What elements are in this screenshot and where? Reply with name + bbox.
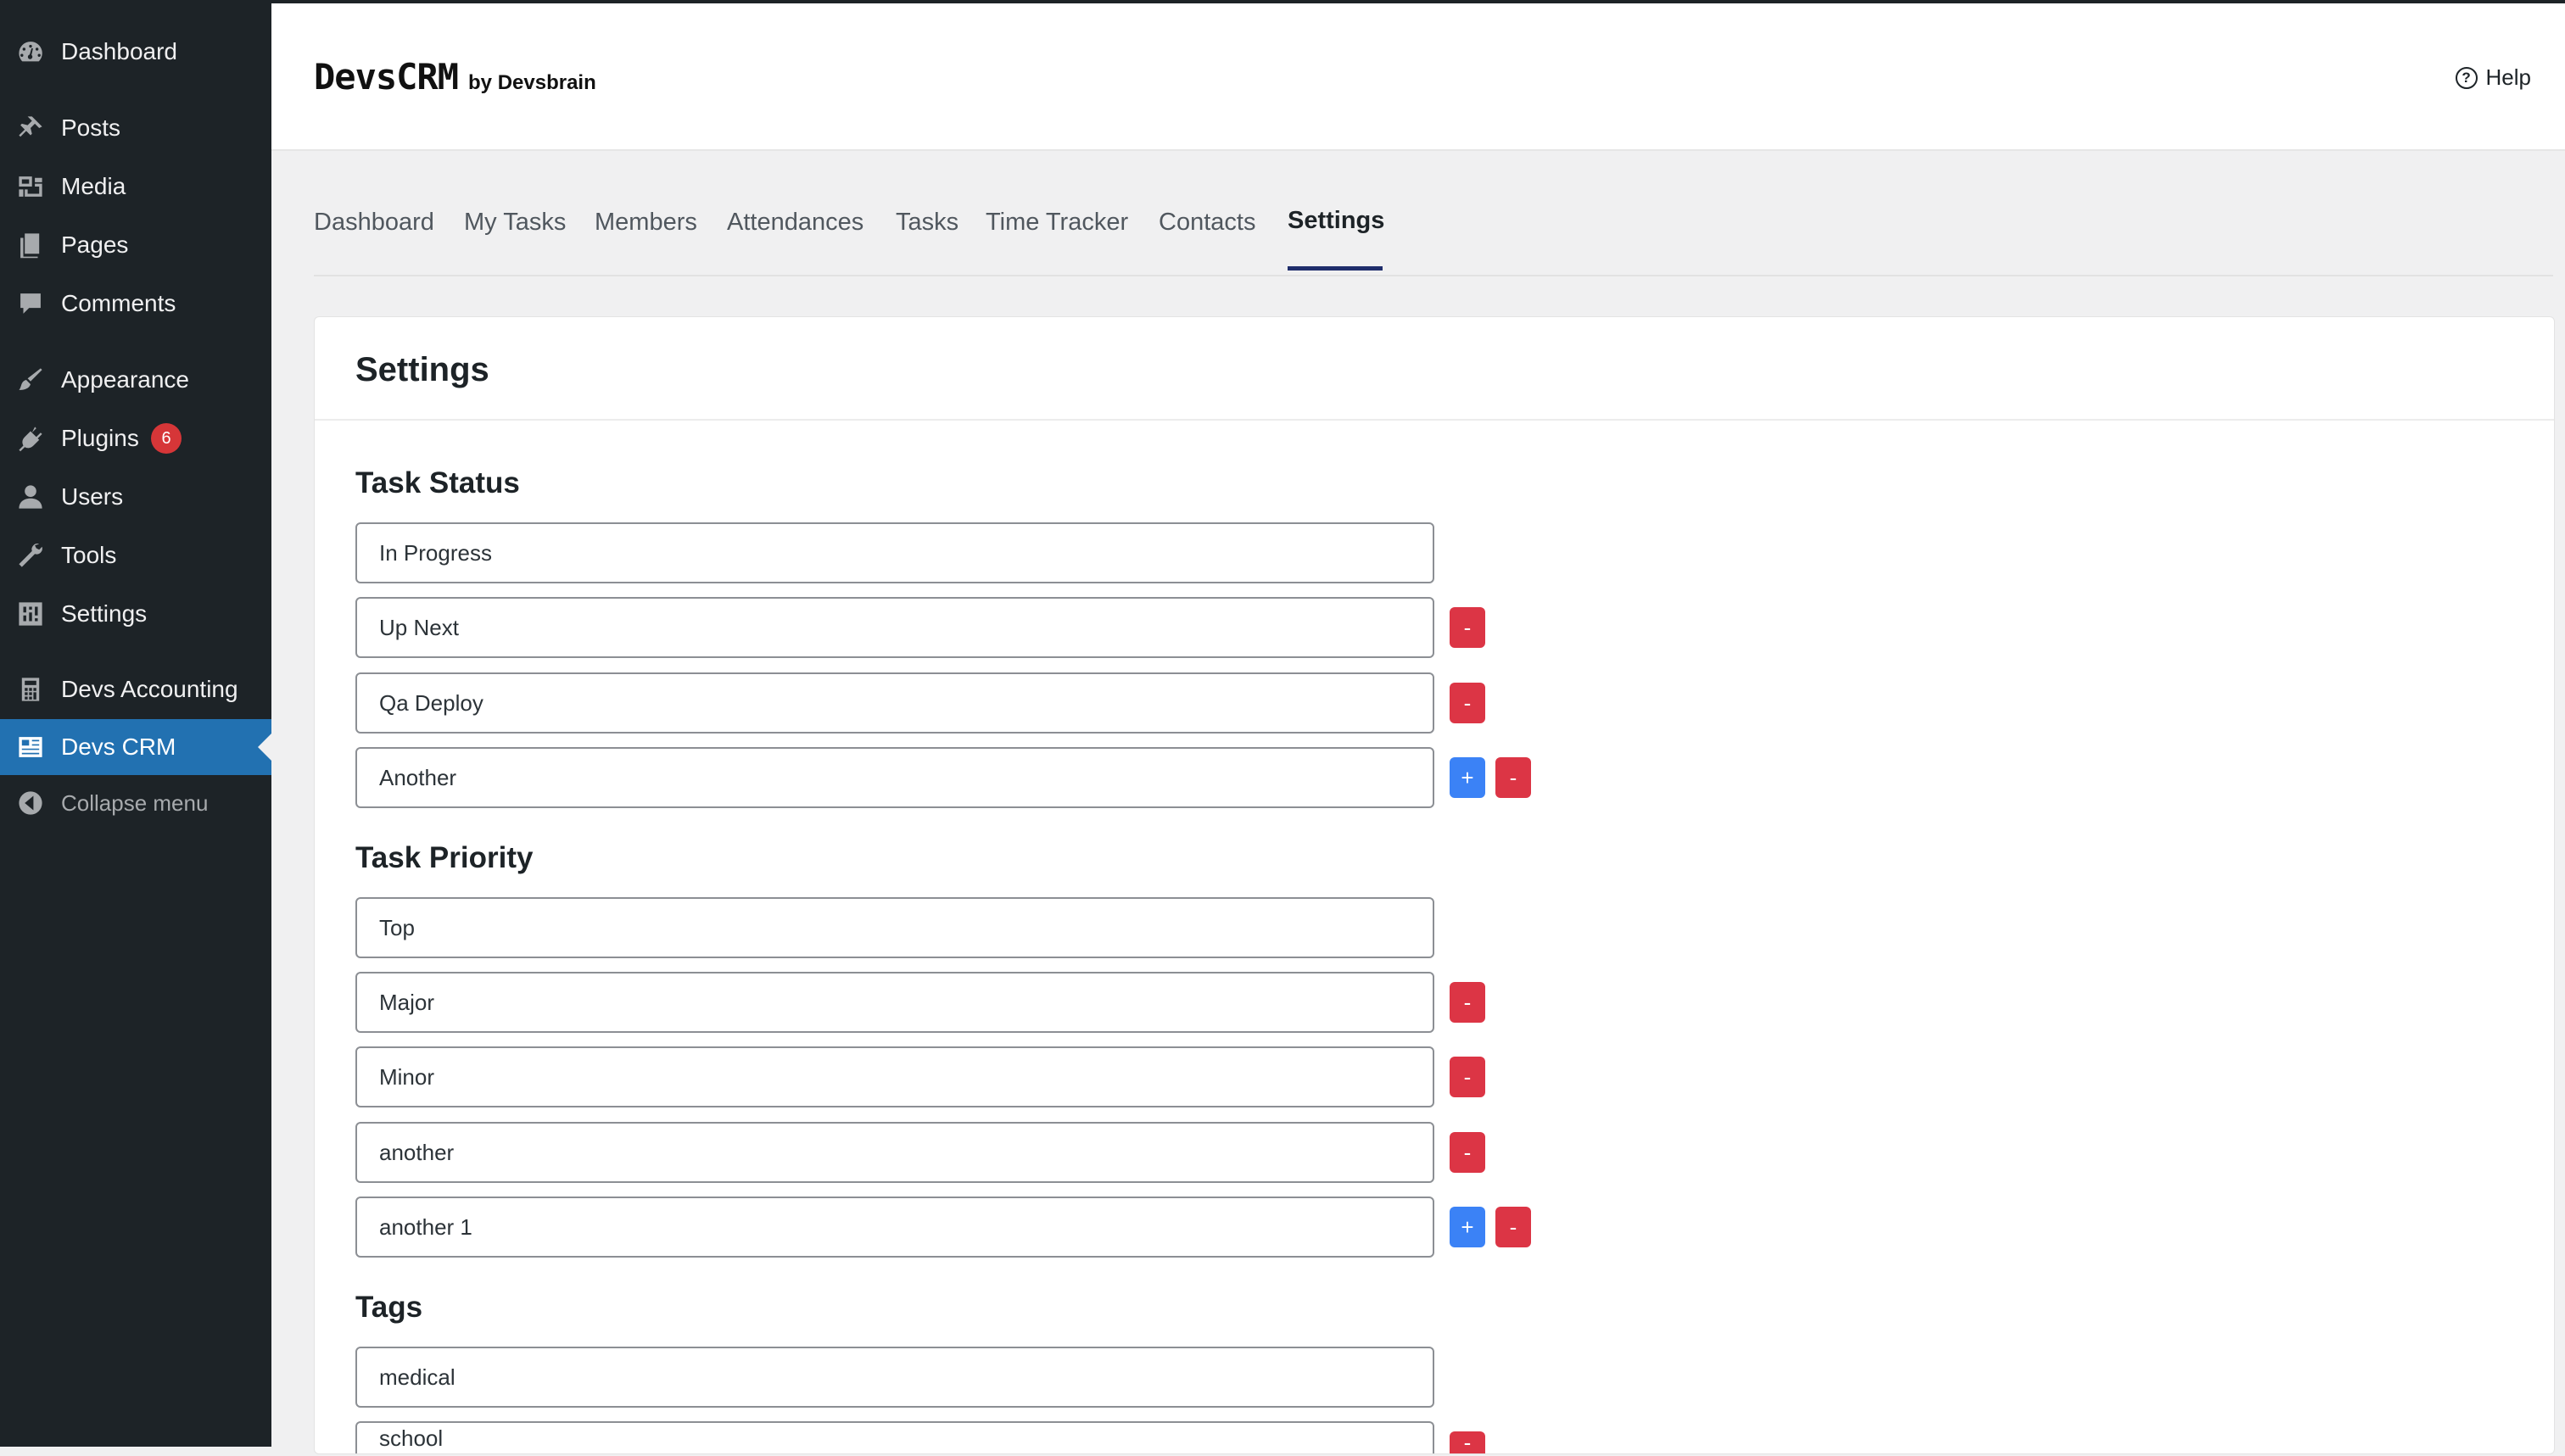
section-title-task-status: Task Status: [355, 466, 520, 499]
remove-task-priority-button[interactable]: -: [1450, 982, 1485, 1023]
sidebar-item-label: Devs CRM: [61, 734, 176, 760]
sidebar-item-label: Pages: [61, 232, 129, 258]
pages-icon: [15, 230, 46, 260]
section-title-task-priority: Task Priority: [355, 841, 534, 874]
sidebar-item-label: Tools: [61, 542, 117, 568]
pin-icon: [15, 113, 46, 143]
sidebar-item-comments[interactable]: Comments: [0, 276, 271, 332]
tab-members[interactable]: Members: [595, 209, 697, 237]
sidebar-item-devs-accounting[interactable]: Devs Accounting: [0, 661, 271, 717]
brand-by: by Devsbrain: [468, 71, 596, 94]
sidebar-item-label: Dashboard: [61, 38, 177, 64]
task-priority-input[interactable]: [355, 972, 1434, 1033]
brush-icon: [15, 365, 46, 395]
plugins-update-badge: 6: [151, 423, 182, 454]
settings-sliders-icon: [15, 599, 46, 629]
sidebar-item-pages[interactable]: Pages: [0, 217, 271, 273]
task-status-input[interactable]: [355, 747, 1434, 808]
plugin-header: DevsCRM by Devsbrain ? Help: [271, 3, 2565, 151]
brand-logo: DevsCRM by Devsbrain: [314, 56, 596, 98]
sidebar-item-label: Media: [61, 173, 126, 199]
tag-input[interactable]: [355, 1347, 1434, 1408]
remove-task-status-button[interactable]: -: [1450, 607, 1485, 648]
admin-sidebar: Dashboard Posts Media Pages Comments App…: [0, 0, 271, 1447]
help-label: Help: [2485, 64, 2531, 90]
remove-task-priority-button[interactable]: -: [1450, 1132, 1485, 1173]
comment-icon: [15, 288, 46, 319]
sidebar-item-label: Devs Accounting: [61, 676, 238, 702]
settings-card: Settings Task Status - - + - Task Priori…: [314, 316, 2555, 1455]
sidebar-item-label: Settings: [61, 600, 148, 627]
page-title: Settings: [355, 351, 489, 388]
task-status-input[interactable]: [355, 672, 1434, 734]
sidebar-item-settings[interactable]: Settings: [0, 586, 271, 642]
remove-task-status-button[interactable]: -: [1495, 757, 1531, 798]
tab-bar: Dashboard My Tasks Members Attendances T…: [314, 202, 2553, 276]
add-task-status-button[interactable]: +: [1450, 757, 1485, 798]
tag-input[interactable]: [355, 1421, 1434, 1453]
section-title-tags: Tags: [355, 1291, 423, 1324]
tab-my-tasks[interactable]: My Tasks: [464, 209, 566, 237]
task-priority-input[interactable]: [355, 897, 1434, 958]
remove-task-status-button[interactable]: -: [1450, 683, 1485, 723]
id-card-icon: [15, 732, 46, 762]
task-status-input[interactable]: [355, 597, 1434, 658]
top-border: [0, 0, 2565, 3]
tab-tasks[interactable]: Tasks: [896, 209, 958, 237]
task-status-input[interactable]: [355, 522, 1434, 583]
remove-task-priority-button[interactable]: -: [1495, 1207, 1531, 1247]
add-task-priority-button[interactable]: +: [1450, 1207, 1485, 1247]
sidebar-item-plugins[interactable]: Plugins 6: [0, 410, 271, 466]
tab-dashboard[interactable]: Dashboard: [314, 209, 434, 237]
sidebar-item-label: Comments: [61, 290, 176, 316]
task-priority-input[interactable]: [355, 1197, 1434, 1258]
active-tab-indicator: [1288, 266, 1383, 271]
sidebar-item-devs-crm[interactable]: Devs CRM: [0, 719, 271, 775]
sidebar-item-appearance[interactable]: Appearance: [0, 352, 271, 408]
help-icon: ?: [2455, 66, 2478, 89]
sidebar-item-label: Users: [61, 483, 124, 510]
plugin-icon: [15, 423, 46, 454]
card-header: Settings: [315, 317, 2554, 421]
tab-attendances[interactable]: Attendances: [727, 209, 863, 237]
tab-time-tracker[interactable]: Time Tracker: [986, 209, 1128, 237]
sidebar-item-posts[interactable]: Posts: [0, 100, 271, 156]
media-icon: [15, 171, 46, 202]
collapse-menu-button[interactable]: Collapse menu: [0, 775, 271, 831]
remove-tag-button[interactable]: -: [1450, 1430, 1485, 1455]
task-priority-input[interactable]: [355, 1046, 1434, 1107]
sidebar-item-dashboard[interactable]: Dashboard: [0, 24, 271, 80]
sidebar-item-label: Collapse menu: [61, 789, 209, 816]
sidebar-item-media[interactable]: Media: [0, 159, 271, 215]
collapse-arrow-icon: [15, 788, 46, 818]
tab-settings[interactable]: Settings: [1288, 207, 1384, 235]
remove-task-priority-button[interactable]: -: [1450, 1057, 1485, 1097]
sidebar-item-tools[interactable]: Tools: [0, 527, 271, 583]
wrench-icon: [15, 540, 46, 571]
dashboard-icon: [15, 36, 46, 67]
user-icon: [15, 482, 46, 512]
task-priority-input[interactable]: [355, 1122, 1434, 1183]
sidebar-item-users[interactable]: Users: [0, 469, 271, 525]
help-button[interactable]: ? Help: [2455, 64, 2531, 91]
tab-contacts[interactable]: Contacts: [1159, 209, 1255, 237]
calculator-icon: [15, 674, 46, 705]
brand-name: DevsCRM: [314, 56, 459, 98]
sidebar-item-label: Plugins: [61, 425, 139, 451]
sidebar-item-label: Posts: [61, 114, 121, 141]
sidebar-item-label: Appearance: [61, 366, 190, 393]
